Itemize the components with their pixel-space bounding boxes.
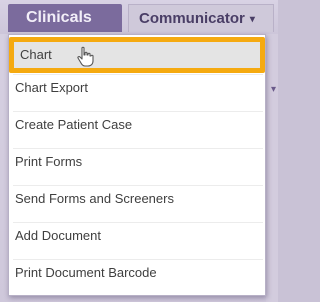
tab-communicator[interactable]: Communicator ▾	[128, 4, 274, 32]
menu-item-chart-export[interactable]: Chart Export	[15, 75, 265, 101]
menu-item-send-forms-and-screeners[interactable]: Send Forms and Screeners	[15, 186, 265, 212]
hand-pointer-icon	[77, 46, 94, 67]
top-navigation-bar: Clinicals Communicator ▾	[0, 0, 278, 34]
clinicals-dropdown-menu: Chart Chart Export Create Patient Case P…	[8, 34, 266, 296]
menu-item-label: Print Forms	[15, 154, 83, 169]
menu-item-label: Create Patient Case	[15, 117, 133, 132]
background-panel-edge: ▾	[266, 34, 278, 302]
menu-item-label: Send Forms and Screeners	[15, 191, 174, 206]
menu-item-label: Print Document Barcode	[15, 265, 157, 280]
menu-item-create-patient-case[interactable]: Create Patient Case	[15, 112, 265, 138]
chevron-down-icon: ▾	[271, 84, 277, 95]
tab-communicator-label: Communicator	[139, 10, 245, 27]
menu-item-print-forms[interactable]: Print Forms	[15, 149, 265, 175]
app-screen: Clinicals Communicator ▾ ▾ Chart Chart Ex…	[0, 0, 278, 302]
chevron-down-icon: ▾	[249, 13, 255, 25]
menu-item-print-document-barcode[interactable]: Print Document Barcode	[15, 260, 265, 286]
tab-clinicals[interactable]: Clinicals	[8, 4, 122, 32]
menu-item-chart[interactable]: Chart	[9, 37, 265, 73]
menu-item-label: Add Document	[15, 228, 101, 243]
menu-item-add-document[interactable]: Add Document	[15, 223, 265, 249]
tab-clinicals-label: Clinicals	[26, 9, 92, 26]
menu-item-label: Chart Export	[15, 80, 88, 95]
menu-item-label: Chart	[20, 47, 52, 62]
